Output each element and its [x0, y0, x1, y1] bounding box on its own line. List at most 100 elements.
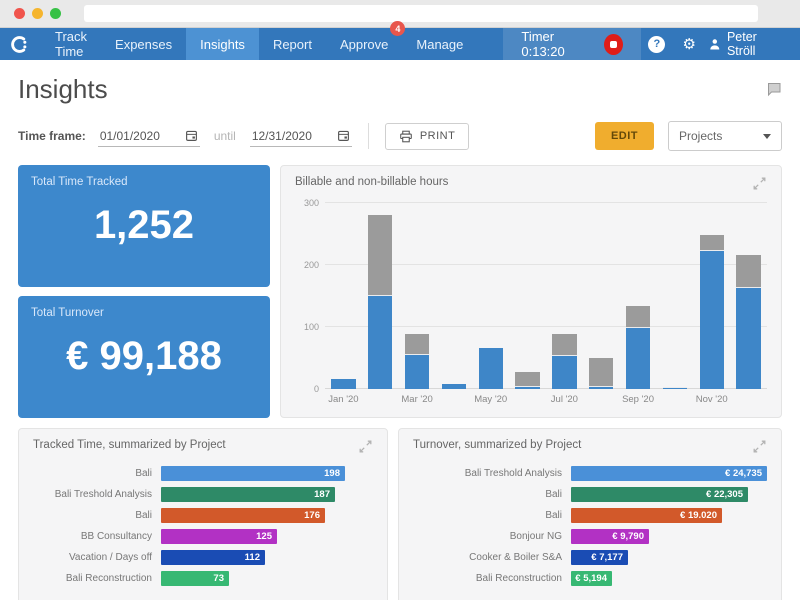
project-bar-bb-consultancy: 125	[161, 529, 277, 544]
x-tick-label: Sep '20	[620, 394, 657, 405]
project-label: Bali	[413, 489, 571, 500]
project-bar-bali-treshold-analysis: 187	[161, 487, 335, 502]
project-bar-bonjour-ng: € 9,790	[571, 529, 649, 544]
nav-item-approve[interactable]: Approve4	[326, 28, 402, 60]
bar-track: 125	[161, 529, 373, 544]
date-from-field[interactable]: 01/01/2020	[98, 126, 200, 147]
bar-value-label: 187	[314, 489, 335, 500]
print-button[interactable]: PRINT	[385, 123, 470, 150]
nav-item-label: Approve	[340, 37, 388, 52]
expand-icon	[752, 176, 767, 191]
project-bar-bali: 198	[161, 466, 345, 481]
help-button[interactable]: ?	[641, 28, 673, 60]
billable-hours-panel: Billable and non-billable hours 01002003…	[280, 165, 782, 418]
bar-track: € 22,305	[571, 487, 767, 502]
x-axis-labels: Jan '20Mar '20May '20Jul '20Sep '20Nov '…	[325, 394, 767, 405]
project-bar-vacation-days-off: 112	[161, 550, 265, 565]
project-bar-bali-reconstruction: € 5,194	[571, 571, 612, 586]
project-row: Bali198	[33, 463, 373, 484]
billable-segment	[552, 356, 576, 389]
x-tick-label: Nov '20	[693, 394, 730, 405]
nav-item-manage[interactable]: Manage	[402, 28, 477, 60]
expand-icon	[752, 439, 767, 454]
x-tick-label: May '20	[472, 394, 509, 405]
bar-slot	[730, 255, 767, 389]
panel-head: Billable and non-billable hours	[295, 176, 767, 191]
project-bar-cooker-boiler-s-a: € 7,177	[571, 550, 628, 565]
bar-slot	[472, 348, 509, 389]
nav-item-label: Expenses	[115, 37, 172, 52]
bar-slot	[583, 358, 620, 389]
nav-item-track-time[interactable]: Track Time	[41, 28, 101, 60]
project-row: Bonjour NG€ 9,790	[413, 526, 767, 547]
bar-track: € 24,735	[571, 466, 767, 481]
bottom-row: Tracked Time, summarized by Project Bali…	[18, 428, 782, 600]
non-billable-segment	[626, 306, 650, 328]
stacked-bar-jan-20	[331, 379, 355, 389]
x-tick-label	[656, 394, 693, 405]
bar-track: € 5,194	[571, 571, 767, 586]
bar-slot	[693, 235, 730, 389]
timer-stop-button[interactable]	[604, 34, 623, 55]
x-tick-label	[583, 394, 620, 405]
nav-item-insights[interactable]: Insights	[186, 28, 259, 60]
page-header: Insights	[18, 74, 782, 105]
nav-item-label: Insights	[200, 37, 245, 52]
person-icon	[709, 37, 721, 51]
bar-slot	[620, 306, 657, 389]
time-frame-label: Time frame:	[18, 129, 86, 143]
app-logo[interactable]	[0, 28, 41, 60]
nav-item-expenses[interactable]: Expenses	[101, 28, 186, 60]
billable-segment	[515, 387, 539, 389]
x-tick-label	[730, 394, 767, 405]
close-window-icon[interactable]	[14, 8, 25, 19]
bar-value-label: € 9,790	[612, 531, 649, 542]
page-title: Insights	[18, 74, 108, 105]
stacked-bar-apr-20	[442, 384, 466, 389]
project-label: Bali	[33, 468, 161, 479]
group-by-dropdown[interactable]: Projects	[668, 121, 782, 151]
settings-button[interactable]: ⚙	[673, 28, 705, 60]
user-menu[interactable]: Peter Ströll	[705, 30, 792, 58]
feedback-bubble-icon[interactable]	[766, 82, 782, 97]
billable-segment	[626, 328, 650, 389]
project-row: Bali Reconstruction73	[33, 568, 373, 589]
project-label: BB Consultancy	[33, 531, 161, 542]
stacked-bar-nov-20	[700, 235, 724, 389]
project-row: Bali Reconstruction€ 5,194	[413, 568, 767, 589]
browser-address-bar[interactable]	[84, 5, 758, 22]
expand-chart-button[interactable]	[752, 176, 767, 191]
stacked-bar-dec-20	[736, 255, 760, 389]
bar-value-label: 112	[245, 552, 265, 563]
x-tick-label	[435, 394, 472, 405]
project-label: Bali Treshold Analysis	[413, 468, 571, 479]
bar-value-label: € 7,177	[591, 552, 628, 563]
date-to-value: 12/31/2020	[252, 129, 312, 143]
tracked-time-panel: Tracked Time, summarized by Project Bali…	[18, 428, 388, 600]
stacked-bar-jun-20	[515, 372, 539, 389]
project-label: Cooker & Boiler S&A	[413, 552, 571, 563]
monthly-plot	[325, 203, 767, 389]
expand-chart-button[interactable]	[358, 439, 373, 454]
calendar-icon[interactable]	[185, 129, 198, 142]
monthly-chart: 0100200300	[325, 203, 767, 389]
stacked-bar-sep-20	[626, 306, 650, 389]
date-to-field[interactable]: 12/31/2020	[250, 126, 352, 147]
billable-segment	[442, 384, 466, 389]
minimize-window-icon[interactable]	[32, 8, 43, 19]
bar-value-label: 73	[213, 573, 229, 584]
bar-track: 198	[161, 466, 373, 481]
chart-title: Billable and non-billable hours	[295, 176, 448, 188]
calendar-icon[interactable]	[337, 129, 350, 142]
bar-slot	[399, 334, 436, 389]
nav-item-label: Track Time	[55, 29, 87, 59]
panel-head: Tracked Time, summarized by Project	[33, 439, 373, 454]
expand-chart-button[interactable]	[752, 439, 767, 454]
edit-button[interactable]: EDIT	[595, 122, 654, 150]
nav-item-report[interactable]: Report	[259, 28, 326, 60]
project-label: Bali	[413, 510, 571, 521]
nav-items: Track Time Expenses Insights ReportApprove4…	[41, 28, 477, 60]
maximize-window-icon[interactable]	[50, 8, 61, 19]
y-tick-label: 0	[293, 384, 319, 394]
bar-track: € 7,177	[571, 550, 767, 565]
